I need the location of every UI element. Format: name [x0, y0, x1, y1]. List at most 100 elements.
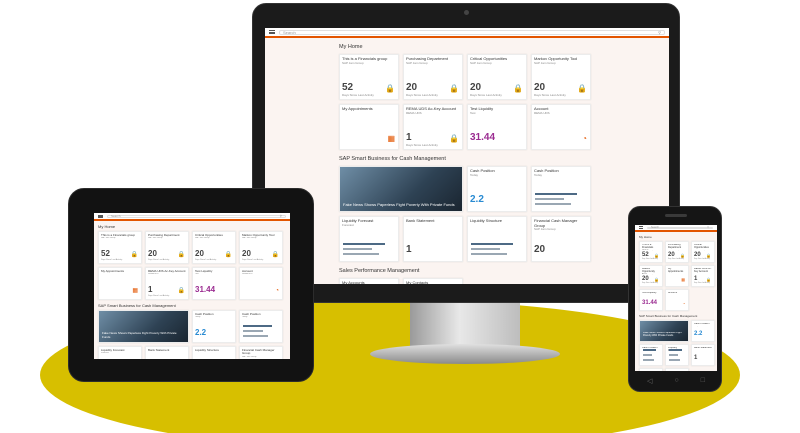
back-icon[interactable]: ◁ — [647, 377, 652, 385]
home-tile[interactable]: REMA UDS Ac-Key Account REMA UDS 1 Days Sin… — [403, 104, 463, 150]
cash-tile[interactable]: Financial Cash Manager GroupSAP Jam Grou… — [531, 216, 591, 262]
cash-tile[interactable]: Fake News Shows Paperless Fight Poverty … — [98, 310, 189, 343]
cash-tile[interactable]: Financial Cash Manager GroupSAP Jam Grou… — [239, 346, 283, 359]
home-tile[interactable]: My Appointments ▦ — [339, 104, 399, 150]
tile-title: My Appointments — [342, 107, 373, 111]
tile-subtitle: REMA UDS — [668, 294, 676, 296]
home-tile[interactable]: Purchasing Department SAP Jam Group 20 Days… — [403, 54, 463, 100]
tile-title: Financial Cash Manager Group — [534, 219, 578, 228]
refresh-icon: ◔ — [682, 300, 685, 306]
search-input[interactable]: Search ⚲ — [107, 214, 286, 218]
home-tile[interactable]: My Appointments ▦ — [98, 267, 142, 300]
tile-kpi-value: 52 — [101, 249, 110, 258]
menu-icon[interactable] — [269, 30, 275, 34]
tile-title: Fake News Shows Paperless Fight Poverty … — [102, 332, 177, 339]
section-title-home: My Home — [98, 224, 116, 229]
cash-tile[interactable]: Cash PositionToday — [239, 310, 283, 343]
bar-chart-mini — [535, 190, 587, 205]
tile-footer: Days Since Last Activity — [534, 93, 566, 97]
cash-tile[interactable]: Cash PositionToday — [531, 166, 591, 212]
search-input[interactable]: Search ⚲ — [647, 226, 713, 229]
cash-tile[interactable]: Bank Statement1 — [403, 216, 463, 262]
calendar-icon: ▦ — [681, 276, 685, 282]
search-icon[interactable]: ⚲ — [707, 226, 709, 229]
cash-tile[interactable]: Liquidity ForecastForecast — [98, 346, 142, 359]
bar-chart-mini — [643, 346, 659, 361]
home-tile[interactable]: Markov Opportunity ToolSAP Jam Group20Da… — [639, 265, 663, 287]
menu-icon[interactable] — [98, 214, 103, 218]
refresh-icon: ◔ — [275, 288, 279, 294]
home-tile[interactable]: Critical Opportunities SAP Jam Group 20 Day… — [192, 231, 236, 264]
cash-tile[interactable]: Liquidity Structure — [467, 216, 527, 262]
tile-subtitle: Today — [195, 316, 201, 319]
home-tile[interactable]: Test Liquidity Test 31.44 — [639, 289, 663, 311]
home-tile[interactable]: Markov Opportunity ToolSAP Jam Group20Da… — [239, 231, 283, 264]
recents-icon[interactable]: □ — [701, 377, 705, 385]
search-icon[interactable]: ⚲ — [280, 214, 282, 218]
tile-footer: Days Since Last Activity — [148, 259, 170, 261]
tile-subtitle: SAP Jam Group — [534, 61, 556, 65]
cash-tile[interactable]: Bank Statement1 — [145, 346, 189, 359]
cash-tile[interactable]: Liquidity Structure — [192, 346, 236, 359]
home-tile[interactable]: Critical Opportunities SAP Jam Group 20 Day… — [691, 241, 715, 263]
search-placeholder: Search — [283, 29, 296, 35]
cash-tile[interactable]: Liquidity ForecastForecast — [339, 216, 399, 262]
home-tile[interactable]: Test Liquidity Test 31.44 — [467, 104, 527, 150]
search-placeholder: Search — [111, 214, 121, 218]
cash-tile[interactable]: Financial Cash Manager GroupSAP Jam Grou… — [665, 368, 689, 371]
tile-footer: Days Since Last Activity — [342, 93, 374, 97]
home-tile[interactable]: My Appointments ▦ — [665, 265, 689, 287]
tile-subtitle: Forecast — [101, 352, 109, 355]
cash-tile[interactable]: Fake News Shows Paperless Fight Poverty … — [339, 166, 463, 212]
home-tile[interactable]: REMA UDS Ac-Key Account REMA UDS 1 Days Sin… — [145, 267, 189, 300]
sales-tile[interactable]: My Accounts — [339, 278, 399, 284]
home-tile[interactable]: Critical Opportunities SAP Jam Group 20 Day… — [467, 54, 527, 100]
calendar-icon: ▦ — [387, 134, 395, 143]
home-icon[interactable]: ○ — [674, 377, 678, 385]
cash-tile[interactable]: Cash Position Today 2.2 — [467, 166, 527, 212]
home-tile[interactable]: This is a Financials groupSAP Jam Group5… — [339, 54, 399, 100]
tile-kpi-value: 20 — [242, 249, 251, 258]
home-tile[interactable]: This is a Financials groupSAP Jam Group5… — [639, 241, 663, 263]
desktop-monitor: Search ⚲ My Home This is a Financials gr… — [252, 3, 680, 303]
cash-tile[interactable]: Cash Position Today 2.2 — [192, 310, 236, 343]
lock-icon: 🔒 — [385, 84, 395, 93]
marketing-composite: Search ⚲ My Home This is a Financials gr… — [0, 0, 800, 433]
tile-kpi-value: 20 — [470, 82, 482, 93]
cash-tile[interactable]: Liquidity ForecastForecast — [665, 344, 689, 366]
home-tile[interactable]: Account REMA UDS ◔ — [665, 289, 689, 311]
home-tile[interactable]: This is a Financials groupSAP Jam Group5… — [98, 231, 142, 264]
home-tile[interactable]: Account REMA UDS ◔ — [239, 267, 283, 300]
tile-footer: Days Since Last Activity — [668, 259, 684, 260]
home-tile[interactable]: Purchasing Department SAP Jam Group 20 Days… — [145, 231, 189, 264]
tile-title: Financial Cash Manager Group — [242, 349, 275, 356]
menu-icon[interactable] — [639, 226, 643, 229]
tile-kpi-value: 2.2 — [195, 328, 207, 337]
home-tile[interactable]: Purchasing Department SAP Jam Group 20 Days… — [665, 241, 689, 263]
tile-kpi-value: 31.44 — [195, 285, 216, 294]
cash-tile-grid: Fake News Shows Paperless Fight Poverty … — [635, 320, 717, 371]
tile-kpi-value: 31.44 — [470, 132, 496, 143]
cash-tile[interactable]: Bank Statement1 — [691, 344, 715, 366]
home-tile[interactable]: Markov Opportunity ToolSAP Jam Group20Da… — [531, 54, 591, 100]
lock-icon: 🔒 — [654, 252, 659, 258]
cash-tile[interactable]: Fake News Shows Paperless Fight Poverty … — [639, 320, 689, 342]
home-tile[interactable]: Account REMA UDS ◔ — [531, 104, 591, 150]
search-input[interactable]: Search ⚲ — [279, 29, 665, 35]
sales-tile[interactable]: My Contacts — [403, 278, 463, 284]
tile-kpi-value: 20 — [534, 82, 546, 93]
home-tile[interactable]: Test Liquidity Test 31.44 — [192, 267, 236, 300]
section-title-cash: SAP Smart Business for Cash Management — [339, 156, 446, 162]
tile-subtitle: Today — [534, 173, 543, 177]
search-icon[interactable]: ⚲ — [658, 30, 661, 35]
tile-subtitle: Test — [642, 294, 645, 296]
lock-icon: 🔒 — [513, 84, 523, 93]
tile-subtitle: REMA UDS — [242, 273, 253, 276]
tile-kpi-value: 52 — [342, 82, 354, 93]
cash-tile[interactable]: Cash Position Today 2.2 — [691, 320, 715, 342]
cash-tile[interactable]: Cash PositionToday — [639, 344, 663, 366]
home-tile[interactable]: REMA UDS Ac-Key Account REMA UDS 1 Days Sin… — [691, 265, 715, 287]
tile-kpi-value: 20 — [406, 82, 418, 93]
tile-kpi-value: 1 — [148, 285, 153, 294]
cash-tile[interactable]: Liquidity Structure — [639, 368, 663, 371]
